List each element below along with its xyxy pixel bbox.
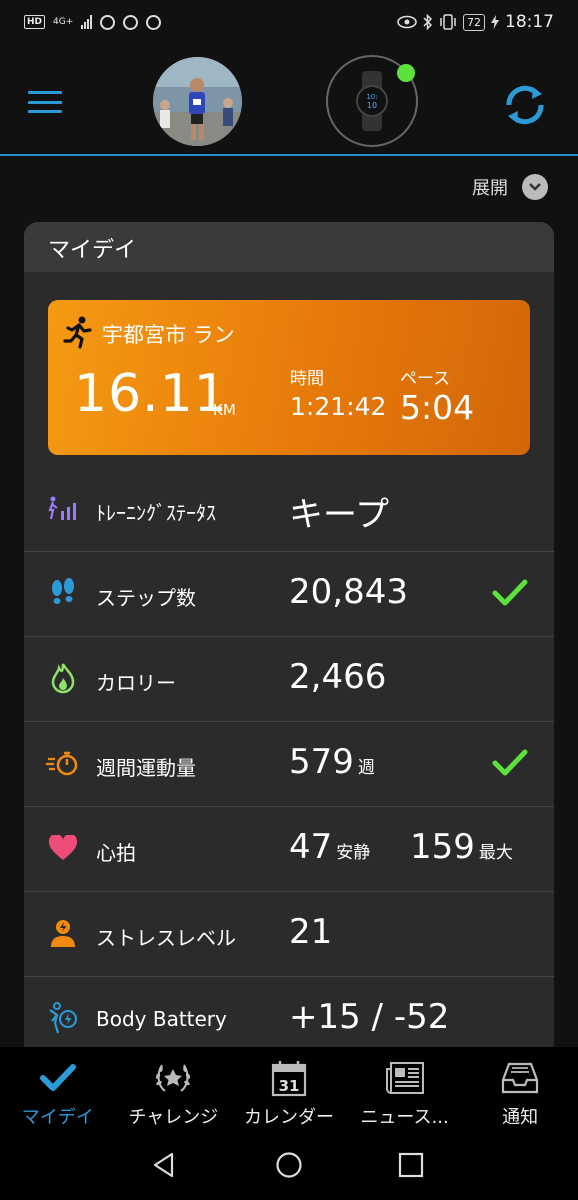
expand-toggle[interactable]: 展開 bbox=[472, 174, 548, 200]
tab-my-day[interactable]: マイデイ bbox=[0, 1047, 116, 1129]
calendar-day: 31 bbox=[279, 1077, 300, 1095]
tab-label: ニュース... bbox=[360, 1107, 449, 1128]
resting-hr-value: 47 bbox=[289, 827, 333, 867]
dnd-icon bbox=[100, 14, 116, 30]
time-value: 1:21:42 bbox=[290, 392, 387, 421]
metric-body-battery[interactable]: Body Battery +15 / -52 bbox=[24, 977, 554, 1052]
signal-icon bbox=[81, 15, 93, 29]
back-icon[interactable] bbox=[150, 1151, 178, 1179]
tab-calendar[interactable]: 31 カレンダー bbox=[231, 1047, 347, 1129]
chevron-down-icon bbox=[522, 174, 548, 200]
status-bar: HD 4G+ 72 18:17 bbox=[0, 0, 578, 44]
flame-icon bbox=[46, 661, 80, 695]
tab-label: マイデイ bbox=[21, 1107, 94, 1128]
card-title: マイデイ bbox=[24, 222, 554, 272]
check-icon bbox=[39, 1059, 77, 1097]
tab-notifications[interactable]: 通知 bbox=[462, 1047, 578, 1129]
metric-label: Body Battery bbox=[96, 1007, 227, 1031]
metric-label: ステップ数 bbox=[96, 586, 196, 610]
svg-text:10: 10 bbox=[367, 101, 377, 110]
bluetooth-icon bbox=[423, 14, 433, 30]
time-label: 時間 bbox=[290, 369, 324, 389]
metric-stress[interactable]: ストレスレベル 21 bbox=[24, 892, 554, 977]
calendar-icon: 31 bbox=[271, 1059, 307, 1097]
sync-icon[interactable] bbox=[500, 80, 550, 130]
network-type: 4G+ bbox=[53, 16, 74, 27]
status-left: HD 4G+ bbox=[24, 14, 162, 30]
activity-name: 宇都宮市 ラン bbox=[102, 323, 235, 347]
max-hr-value: 159 bbox=[410, 827, 475, 867]
inbox-icon bbox=[501, 1059, 539, 1097]
metric-value-group: 579 週 bbox=[289, 742, 375, 782]
tab-label: 通知 bbox=[502, 1107, 539, 1128]
metric-label: ﾄﾚｰﾆﾝｸﾞｽﾃｰﾀｽ bbox=[96, 501, 216, 525]
home-icon[interactable] bbox=[275, 1151, 303, 1179]
tab-label: チャレンジ bbox=[128, 1107, 219, 1128]
pace-value: 5:04 bbox=[400, 388, 475, 427]
activity-distance: 16.11 bbox=[74, 364, 228, 424]
app-header: 10: 10 bbox=[0, 44, 578, 156]
menu-icon[interactable] bbox=[28, 91, 62, 113]
stress-icon bbox=[46, 916, 80, 950]
hd-icon: HD bbox=[24, 15, 46, 29]
tab-label: カレンダー bbox=[243, 1107, 334, 1128]
tab-news[interactable]: ニュース... bbox=[347, 1047, 463, 1129]
activity-summary[interactable]: 宇都宮市 ラン 16.11 KM 時間 1:21:42 ペース 5:04 bbox=[48, 300, 530, 455]
metric-unit: 週 bbox=[357, 758, 375, 778]
metric-calories[interactable]: カロリー 2,466 bbox=[24, 637, 554, 722]
battery-indicator: 72 bbox=[463, 13, 485, 31]
charging-icon bbox=[491, 15, 499, 29]
metric-label: カロリー bbox=[96, 671, 176, 695]
tab-challenges[interactable]: チャレンジ bbox=[116, 1047, 232, 1129]
metric-label: ストレスレベル bbox=[96, 926, 236, 950]
expand-label: 展開 bbox=[472, 178, 508, 199]
metric-value: キープ bbox=[289, 495, 389, 535]
bottom-navigation: マイデイ チャレンジ 31 カレンダー ニュース... 通知 bbox=[0, 1047, 578, 1129]
check-icon bbox=[492, 749, 528, 776]
metric-value-group: 47 安静 bbox=[289, 827, 370, 867]
body-battery-icon bbox=[46, 1001, 80, 1035]
vibrate-icon bbox=[440, 14, 456, 30]
metric-value: 20,843 bbox=[289, 572, 408, 612]
recents-icon[interactable] bbox=[398, 1152, 424, 1178]
metric-value: 579 bbox=[289, 742, 354, 782]
stopwatch-icon bbox=[46, 746, 80, 780]
system-navigation-bar bbox=[0, 1129, 578, 1200]
metric-value: 2,466 bbox=[289, 657, 387, 697]
running-icon bbox=[63, 316, 92, 349]
my-day-card: マイデイ 宇都宮市 ラン 16.11 KM 時間 1:21:42 ペース 5:0… bbox=[24, 222, 554, 1052]
pace-label: ペース bbox=[400, 369, 451, 389]
metric-heart-rate[interactable]: 心拍 47 安静 159 最大 bbox=[24, 807, 554, 892]
metric-steps[interactable]: ステップ数 20,843 bbox=[24, 552, 554, 637]
newspaper-icon bbox=[385, 1059, 425, 1097]
metric-value: +15 / -52 bbox=[289, 997, 450, 1037]
metric-intensity-minutes[interactable]: 週間運動量 579 週 bbox=[24, 722, 554, 807]
clock: 18:17 bbox=[505, 12, 554, 32]
status-right: 72 18:17 bbox=[397, 12, 554, 32]
eye-icon bbox=[397, 15, 417, 29]
sync-status-icon bbox=[123, 14, 139, 30]
resting-hr-unit: 安静 bbox=[336, 843, 371, 863]
device-connected-indicator bbox=[397, 64, 415, 82]
metric-label: 心拍 bbox=[96, 841, 136, 865]
svg-text:10:: 10: bbox=[366, 93, 377, 101]
metric-value: 21 bbox=[289, 912, 333, 952]
metric-label: 週間運動量 bbox=[96, 756, 196, 780]
avatar[interactable] bbox=[153, 57, 242, 146]
heart-icon bbox=[46, 831, 80, 865]
laurel-icon bbox=[153, 1059, 193, 1097]
app-notification-icon bbox=[146, 14, 162, 30]
metric-value-group-2: 159 最大 bbox=[410, 827, 513, 867]
check-icon bbox=[492, 579, 528, 606]
metric-training-status[interactable]: ﾄﾚｰﾆﾝｸﾞｽﾃｰﾀｽ キープ bbox=[24, 467, 554, 552]
activity-distance-unit: KM bbox=[213, 401, 236, 419]
footsteps-icon bbox=[46, 576, 80, 610]
max-hr-unit: 最大 bbox=[478, 843, 513, 863]
training-status-icon bbox=[46, 491, 80, 525]
